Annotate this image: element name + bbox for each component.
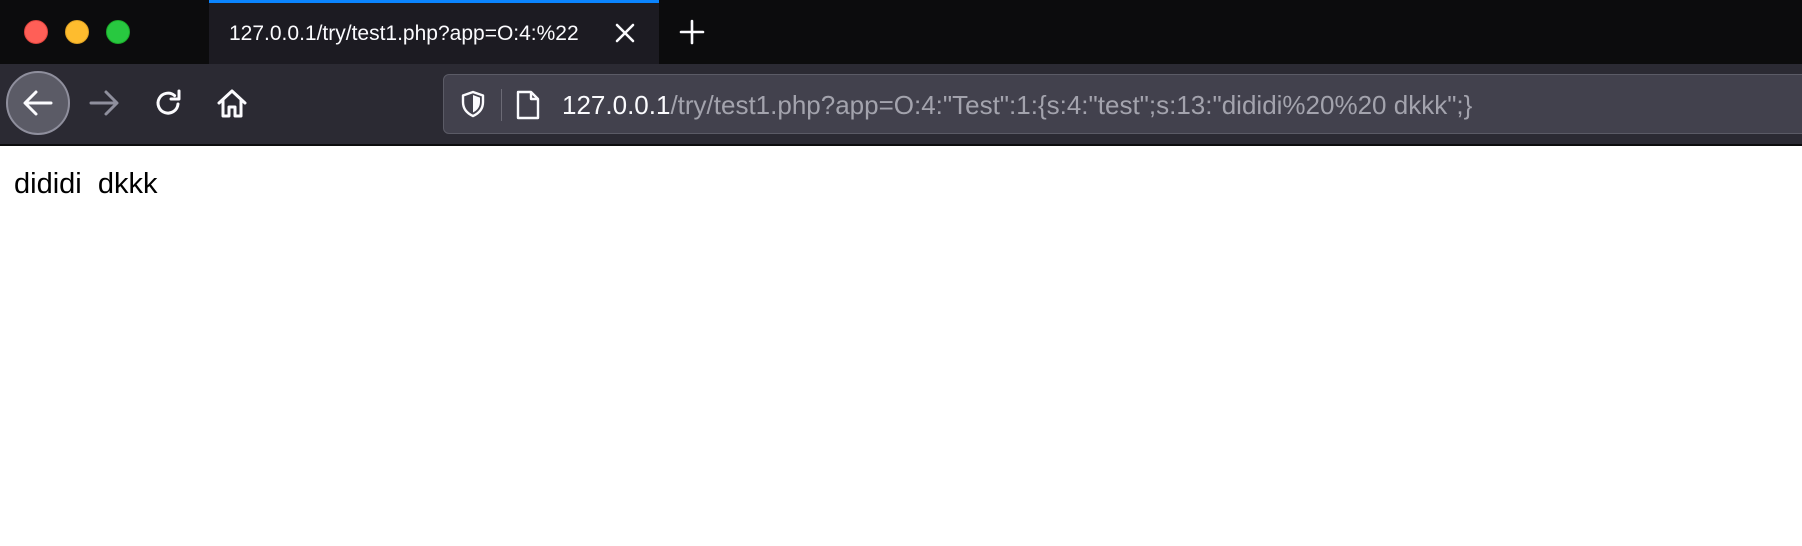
reload-button[interactable] (136, 71, 200, 135)
window-zoom-button[interactable] (106, 20, 130, 44)
forward-button[interactable] (72, 71, 136, 135)
home-button[interactable] (200, 71, 264, 135)
reload-icon (156, 89, 181, 115)
new-tab-button[interactable] (674, 14, 710, 50)
tracking-protection-button[interactable] (452, 83, 494, 125)
address-bar[interactable]: 127.0.0.1/try/test1.php?app=O:4:"Test":1… (443, 74, 1802, 134)
window-close-button[interactable] (24, 20, 48, 44)
tracking-protection-shield-icon (461, 90, 485, 118)
tab-title: 127.0.0.1/try/test1.php?app=O:4:%22 (229, 22, 579, 45)
page-content: dididi dkkk (0, 146, 1802, 546)
home-icon (217, 89, 247, 118)
url-path: /try/test1.php?app=O:4:"Test":1:{s:4:"te… (670, 90, 1473, 120)
navigation-toolbar: 127.0.0.1/try/test1.php?app=O:4:"Test":1… (0, 64, 1802, 146)
window-controls (24, 20, 130, 44)
arrow-left-icon (23, 90, 53, 116)
plus-icon (679, 19, 705, 45)
back-button[interactable] (6, 71, 70, 135)
url-host: 127.0.0.1 (562, 90, 671, 120)
browser-window: 127.0.0.1/try/test1.php?app=O:4:%22 127.… (0, 0, 1802, 546)
page-output-text: dididi dkkk (14, 168, 158, 200)
url-text[interactable]: 127.0.0.1/try/test1.php?app=O:4:"Test":1… (562, 88, 1472, 122)
urlbar-divider (501, 89, 502, 121)
tab-close-button[interactable] (609, 17, 641, 49)
active-tab[interactable]: 127.0.0.1/try/test1.php?app=O:4:%22 (209, 0, 659, 64)
site-identity-button[interactable] (514, 89, 542, 121)
window-minimize-button[interactable] (65, 20, 89, 44)
tab-strip: 127.0.0.1/try/test1.php?app=O:4:%22 (0, 0, 1802, 64)
arrow-right-icon (89, 90, 119, 116)
page-document-icon (516, 90, 540, 120)
close-icon (615, 23, 635, 43)
